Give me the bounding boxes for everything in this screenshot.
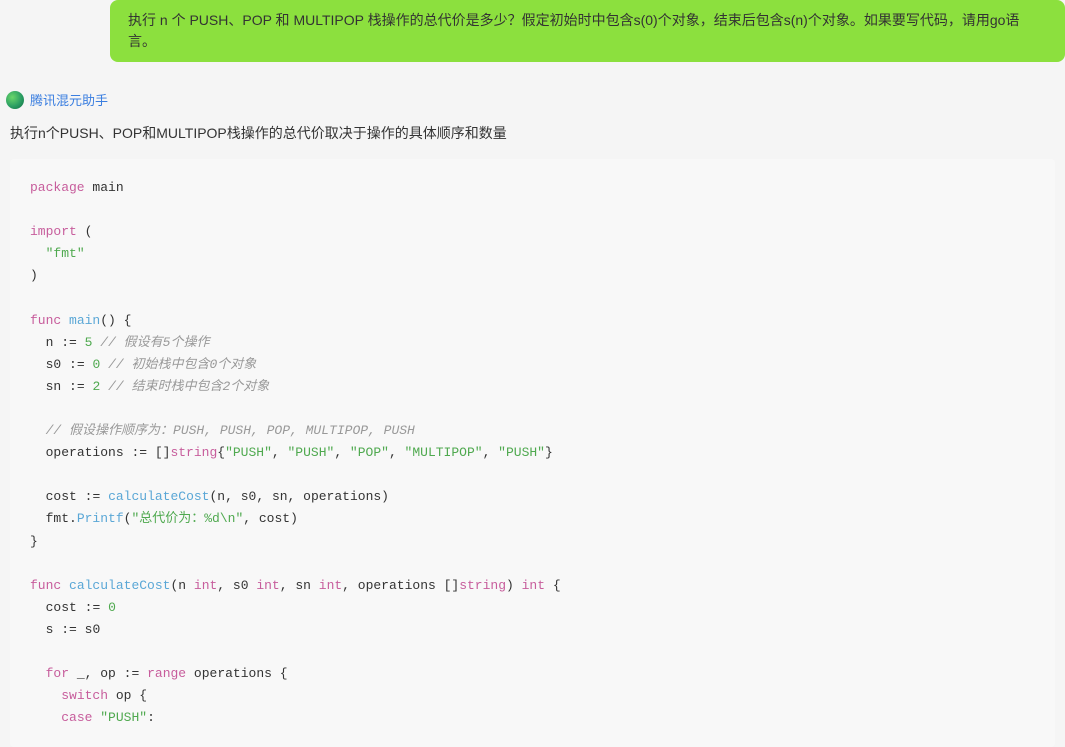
- user-message-text: 执行 n 个 PUSH、POP 和 MULTIPOP 栈操作的总代价是多少？假定…: [128, 12, 1019, 49]
- assistant-name-label: 腾讯混元助手: [30, 90, 108, 109]
- keyword-for: for: [46, 666, 69, 681]
- comment-3: // 结束时栈中包含2个对象: [108, 379, 269, 394]
- string-fmtstr: "总代价为：%d\n": [131, 511, 243, 526]
- string-fmt: "fmt": [46, 246, 85, 261]
- keyword-func: func: [30, 313, 61, 328]
- assistant-header: 腾讯混元助手: [6, 90, 1065, 109]
- comment-2: // 初始栈中包含0个对象: [108, 357, 256, 372]
- fn-calculateCost: calculateCost: [69, 578, 170, 593]
- fn-main: main: [69, 313, 100, 328]
- ident-op: op: [100, 666, 116, 681]
- comment-4: // 假设操作顺序为：PUSH, PUSH, POP, MULTIPOP, PU…: [46, 423, 415, 438]
- num-2: 2: [92, 379, 100, 394]
- num-0: 0: [92, 357, 100, 372]
- user-message-bubble: 执行 n 个 PUSH、POP 和 MULTIPOP 栈操作的总代价是多少？假定…: [110, 0, 1065, 62]
- fn-Printf: Printf: [77, 511, 124, 526]
- ident-operations: operations: [46, 445, 124, 460]
- keyword-import: import: [30, 224, 77, 239]
- user-message-row: 执行 n 个 PUSH、POP 和 MULTIPOP 栈操作的总代价是多少？假定…: [0, 0, 1065, 62]
- ident-cost: cost: [46, 489, 77, 504]
- type-string: string: [170, 445, 217, 460]
- assistant-avatar-icon: [6, 91, 24, 109]
- keyword-case: case: [61, 710, 92, 725]
- code-block[interactable]: package main import ( "fmt" ) func main(…: [10, 159, 1055, 747]
- ident-s0: s0: [46, 357, 62, 372]
- ident-s: s: [46, 622, 54, 637]
- ident-n: n: [46, 335, 54, 350]
- keyword-range: range: [147, 666, 186, 681]
- ident-main: main: [92, 180, 123, 195]
- assistant-intro-text: 执行n个PUSH、POP和MULTIPOP栈操作的总代价取决于操作的具体顺序和数…: [10, 123, 1065, 143]
- keyword-switch: switch: [61, 688, 108, 703]
- ident-fmt: fmt: [46, 511, 69, 526]
- fn-calculateCost-call: calculateCost: [108, 489, 209, 504]
- keyword-package: package: [30, 180, 85, 195]
- comment-1: // 假设有5个操作: [100, 335, 209, 350]
- num-5: 5: [85, 335, 93, 350]
- string-case-push: "PUSH": [100, 710, 147, 725]
- ident-sn: sn: [46, 379, 62, 394]
